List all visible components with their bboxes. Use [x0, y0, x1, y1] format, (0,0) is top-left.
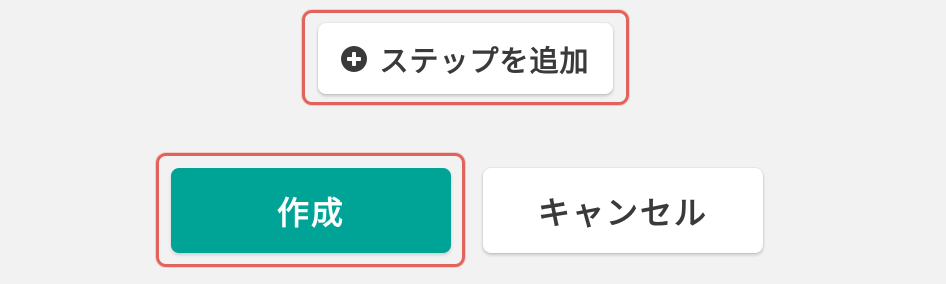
cancel-button[interactable]: キャンセル [483, 168, 763, 253]
add-step-label: ステップを追加 [379, 43, 590, 78]
create-button[interactable]: 作成 [171, 168, 451, 253]
plus-circle-icon [341, 45, 368, 72]
add-step-button[interactable]: ステップを追加 [318, 23, 613, 94]
create-label: 作成 [276, 193, 345, 232]
form-footer: ステップを追加 作成 キャンセル [0, 0, 946, 284]
cancel-label: キャンセル [537, 193, 708, 232]
